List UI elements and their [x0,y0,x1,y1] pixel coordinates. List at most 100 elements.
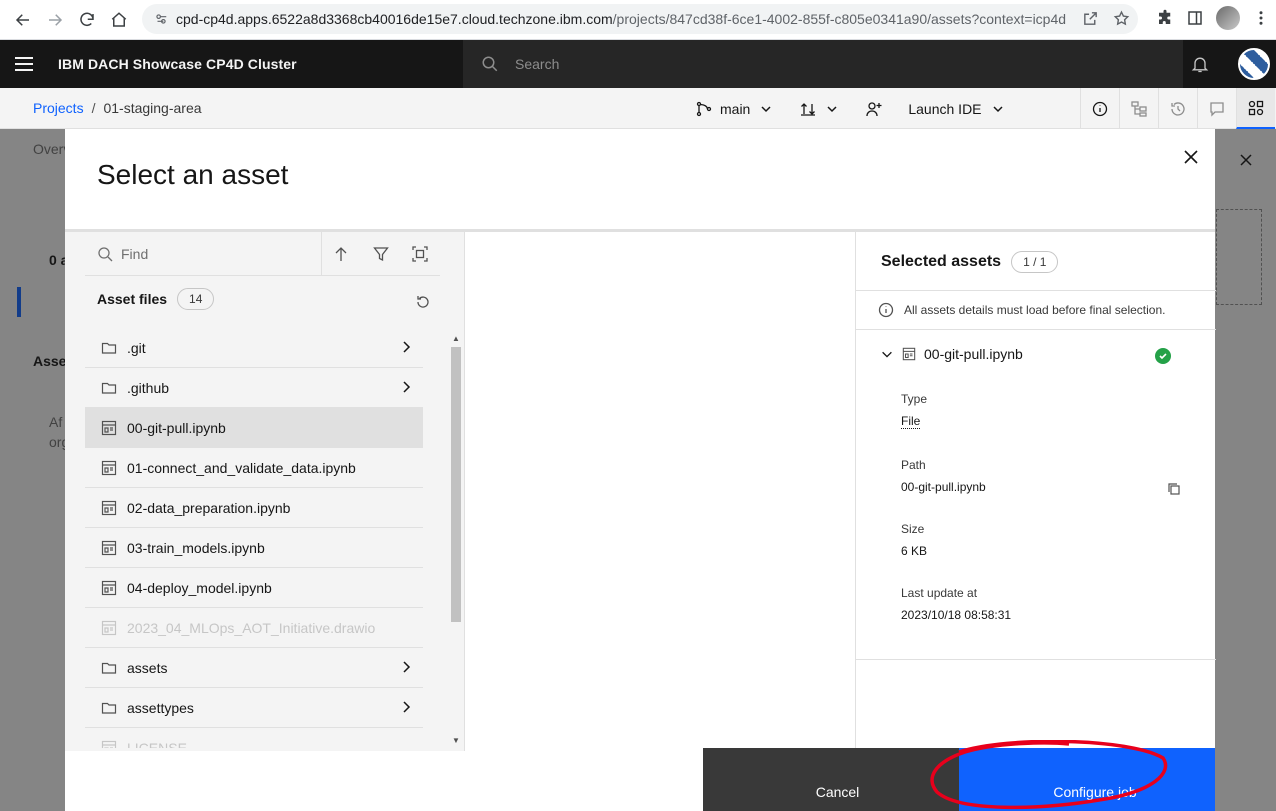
file-list-scrollbar[interactable]: ▲ ▼ [448,332,462,751]
folder-icon [101,660,117,676]
global-search-input[interactable]: Search [463,40,1183,88]
home-icon[interactable] [104,5,134,35]
launch-ide-label: Launch IDE [908,100,982,117]
file-name: .git [127,339,146,356]
browser-toolbar: cpd-cp4d.apps.6522a8d3368cb40016de15e7.c… [0,0,1276,40]
file-name: 02-data_preparation.ipynb [127,499,291,516]
breadcrumb: Projects / 01-staging-area [33,100,202,116]
file-row[interactable]: 01-connect_and_validate_data.ipynb [85,448,423,488]
select-asset-modal: Select an asset Find Asset files 14 .git… [65,129,1216,811]
path-value: 00-git-pull.ipynb [901,480,986,494]
close-icon[interactable] [1175,141,1207,173]
search-placeholder: Search [515,56,560,72]
breadcrumb-projects-link[interactable]: Projects [33,100,84,116]
modal-body: Find Asset files 14 .git .github 00-git-pu… [65,229,1216,751]
file-list: .git .github 00-git-pull.ipynb 01-connect_a… [85,328,423,748]
notebook-icon [101,620,117,636]
file-name: 04-deploy_model.ipynb [127,579,272,596]
filter-icon[interactable] [361,232,400,276]
sync-menu[interactable] [800,101,840,117]
load-notice: All assets details must load before fina… [856,290,1216,330]
add-collaborator-button[interactable] [866,101,882,117]
file-name: 03-train_models.ipynb [127,539,265,556]
file-name: 01-connect_and_validate_data.ipynb [127,459,356,476]
notebook-icon [101,740,117,748]
file-row[interactable]: 04-deploy_model.ipynb [85,568,423,608]
scroll-thumb[interactable] [451,347,461,622]
copy-icon[interactable] [1167,482,1181,501]
app-header: IBM DACH Showcase CP4D Cluster Search [0,40,1276,88]
share-icon[interactable] [1082,10,1099,27]
breadcrumb-current: 01-staging-area [103,100,202,116]
branch-name: main [720,100,751,117]
cancel-button[interactable]: Cancel [703,748,959,811]
project-toolbar: Projects / 01-staging-area main Launch I… [0,88,1276,129]
file-name: 2023_04_MLOps_AOT_Initiative.drawio [127,619,376,636]
configure-job-button[interactable]: Configure job [959,748,1215,811]
url-host: cpd-cp4d.apps.6522a8d3368cb40016de15e7.c… [176,11,613,27]
notice-text: All assets details must load before fina… [904,303,1166,317]
chevron-right-icon[interactable] [399,380,413,397]
address-bar[interactable]: cpd-cp4d.apps.6522a8d3368cb40016de15e7.c… [142,4,1138,34]
notification-icon[interactable] [1190,54,1210,79]
file-row[interactable]: 00-git-pull.ipynb [85,408,423,448]
refresh-icon[interactable] [415,294,431,315]
lineage-icon[interactable] [1119,88,1158,129]
browser-profile-avatar[interactable] [1216,6,1240,30]
select-all-icon[interactable] [401,232,440,276]
file-row[interactable]: .github [85,368,423,408]
info-icon[interactable] [1080,88,1119,129]
chevron-right-icon[interactable] [399,340,413,357]
find-placeholder: Find [121,245,149,262]
selected-assets-count: 1 / 1 [1011,251,1059,273]
chevron-right-icon[interactable] [399,660,413,677]
file-name: 00-git-pull.ipynb [127,419,226,436]
reload-icon[interactable] [72,5,102,35]
branch-icon [696,101,712,116]
forward-icon[interactable] [40,5,70,35]
modal-title: Select an asset [97,159,289,190]
file-row: 2023_04_MLOps_AOT_Initiative.drawio [85,608,423,648]
site-info-icon[interactable] [154,12,168,26]
size-label: Size [901,522,925,536]
sort-icon[interactable] [322,232,361,276]
search-icon [482,56,498,72]
browser-menu-icon[interactable] [1252,9,1270,27]
comments-icon[interactable] [1197,88,1236,129]
back-icon[interactable] [8,5,38,35]
last-update-value: 2023/10/18 08:58:31 [901,608,1012,622]
find-input[interactable]: Find [85,231,322,276]
user-avatar[interactable] [1238,48,1270,80]
side-panel-icon[interactable] [1186,9,1204,27]
add-user-icon [866,101,882,116]
file-row[interactable]: 02-data_preparation.ipynb [85,488,423,528]
selected-asset-name: 00-git-pull.ipynb [924,346,1023,362]
search-icon [98,246,113,261]
scroll-down-arrow[interactable]: ▼ [451,736,461,746]
scroll-up-arrow[interactable]: ▲ [451,334,461,344]
file-name: assettypes [127,699,194,716]
url-text: cpd-cp4d.apps.6522a8d3368cb40016de15e7.c… [176,11,1066,27]
file-row[interactable]: assettypes [85,688,423,728]
chevron-right-icon[interactable] [399,700,413,717]
asset-files-count: 14 [177,288,215,310]
assets-panel-icon[interactable] [1236,88,1275,129]
loaded-check-icon [1155,348,1171,364]
file-row[interactable]: assets [85,648,423,688]
history-icon[interactable] [1158,88,1197,129]
asset-browser: Find Asset files 14 .git .github 00-git-pu… [65,231,465,751]
selected-asset-detail: 00-git-pull.ipynb Type File Path 00-git-… [856,330,1216,660]
file-name: LICENSE [127,739,187,749]
branch-selector[interactable]: main [696,101,774,117]
selected-asset-toggle[interactable]: 00-git-pull.ipynb [880,346,1023,362]
selected-assets-panel: Selected assets 1 / 1 All assets details… [855,232,1216,751]
file-row[interactable]: 03-train_models.ipynb [85,528,423,568]
menu-icon[interactable] [0,40,48,88]
launch-ide-menu[interactable]: Launch IDE [908,101,1005,117]
file-name: assets [127,659,168,676]
info-icon [878,302,894,318]
extensions-icon[interactable] [1156,9,1174,27]
bookmark-star-icon[interactable] [1113,10,1130,27]
file-row[interactable]: .git [85,328,423,368]
notebook-icon [101,460,117,476]
